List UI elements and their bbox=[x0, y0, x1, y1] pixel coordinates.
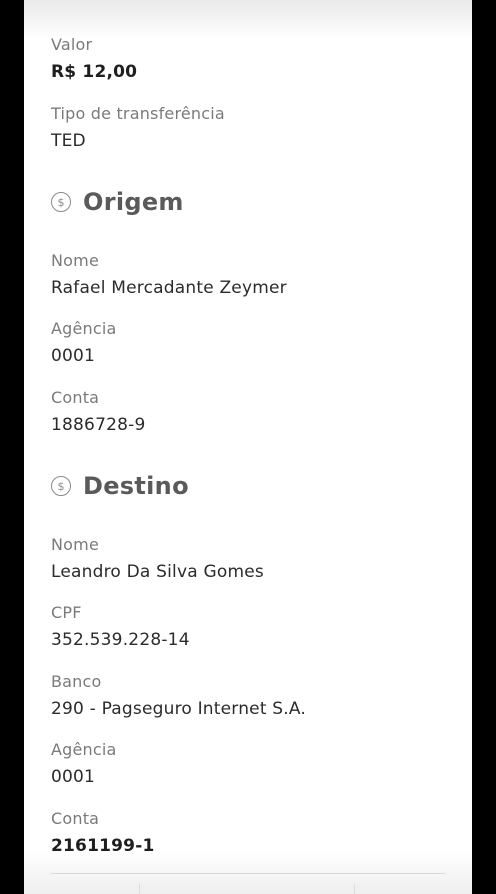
destino-nome-label: Nome bbox=[51, 535, 99, 554]
destino-banco-label: Banco bbox=[51, 672, 102, 691]
origem-title: Origem bbox=[83, 188, 184, 216]
bottom-divider-tick bbox=[354, 884, 355, 894]
bottom-divider bbox=[51, 873, 445, 874]
destino-cpf-field: CPF 352.539.228-14 bbox=[51, 603, 190, 651]
origem-conta-label: Conta bbox=[51, 388, 100, 407]
valor-label: Valor bbox=[51, 35, 93, 54]
receipt-sheet: Valor R$ 12,00 Tipo de transferência TED… bbox=[24, 0, 472, 894]
destino-cpf-value: 352.539.228-14 bbox=[51, 630, 190, 650]
origem-nome-value: Rafael Mercadante Zeymer bbox=[51, 278, 287, 298]
origem-conta-field: Conta 1886728-9 bbox=[51, 388, 145, 436]
valor-field: Valor R$ 12,00 bbox=[51, 35, 137, 83]
destino-title: Destino bbox=[83, 472, 189, 500]
valor-value: R$ 12,00 bbox=[51, 62, 138, 82]
destino-nome-field: Nome Leandro Da Silva Gomes bbox=[51, 535, 264, 583]
destino-banco-value: 290 - Pagseguro Internet S.A. bbox=[51, 699, 307, 719]
destino-conta-field: Conta 2161199-1 bbox=[51, 809, 155, 857]
origem-agencia-label: Agência bbox=[51, 319, 117, 338]
destino-nome-value: Leandro Da Silva Gomes bbox=[51, 562, 264, 582]
origem-agencia-field: Agência 0001 bbox=[51, 319, 117, 367]
destino-cpf-label: CPF bbox=[51, 603, 82, 622]
destino-agencia-label: Agência bbox=[51, 740, 117, 759]
destino-conta-value: 2161199-1 bbox=[51, 836, 155, 856]
dollar-coin-icon: $ bbox=[51, 192, 71, 212]
destino-agencia-field: Agência 0001 bbox=[51, 740, 117, 788]
origem-agencia-value: 0001 bbox=[51, 346, 96, 366]
destino-section-header: $ Destino bbox=[51, 472, 189, 500]
dollar-coin-icon: $ bbox=[51, 476, 71, 496]
origem-nome-field: Nome Rafael Mercadante Zeymer bbox=[51, 251, 287, 299]
destino-agencia-value: 0001 bbox=[51, 767, 96, 787]
tipo-transferencia-value: TED bbox=[51, 131, 86, 151]
tipo-transferencia-label: Tipo de transferência bbox=[51, 104, 225, 123]
destino-banco-field: Banco 290 - Pagseguro Internet S.A. bbox=[51, 672, 306, 720]
bottom-divider-tick bbox=[139, 884, 140, 894]
destino-conta-label: Conta bbox=[51, 809, 100, 828]
tipo-transferencia-field: Tipo de transferência TED bbox=[51, 104, 225, 152]
origem-conta-value: 1886728-9 bbox=[51, 415, 146, 435]
origem-nome-label: Nome bbox=[51, 251, 99, 270]
origem-section-header: $ Origem bbox=[51, 188, 184, 216]
